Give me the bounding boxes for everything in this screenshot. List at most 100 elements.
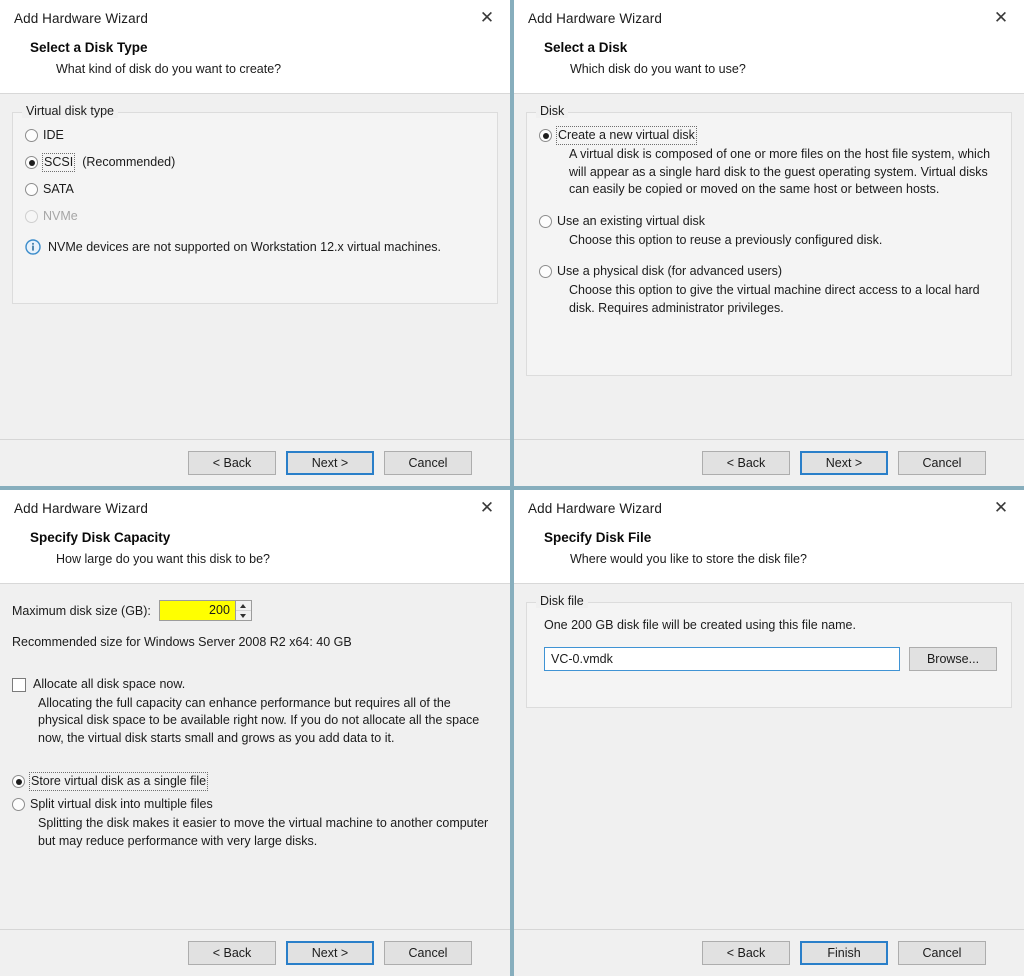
disk-file-input[interactable] <box>544 646 900 671</box>
radio-option-ide[interactable]: IDE <box>25 127 485 144</box>
cancel-button[interactable]: Cancel <box>898 941 986 965</box>
panel-body: Disk file One 200 GB disk file will be c… <box>514 584 1024 929</box>
button-bar: < Back Next > Cancel <box>0 929 510 976</box>
page-title: Specify Disk Capacity <box>30 530 171 545</box>
info-message-text: NVMe devices are not supported on Workst… <box>48 240 442 254</box>
radio-option-nvme: NVMe <box>25 208 485 225</box>
next-button[interactable]: Next > <box>286 941 374 965</box>
panel-body: Virtual disk type IDE SCSI (Recommended)… <box>0 94 510 439</box>
page-header: Select a Disk Which disk do you want to … <box>514 36 1024 94</box>
close-icon[interactable]: ✕ <box>986 495 1016 521</box>
groupbox-disk: Disk Create a new virtual disk A virtual… <box>526 104 1012 376</box>
back-button[interactable]: < Back <box>188 451 276 475</box>
panel-body: Maximum disk size (GB): Recommended size… <box>0 584 510 929</box>
radio-label: Create a new virtual disk <box>556 126 697 145</box>
back-button[interactable]: < Back <box>702 941 790 965</box>
stepper-down-icon[interactable] <box>235 611 251 620</box>
checkbox-icon[interactable] <box>12 677 26 692</box>
max-disk-size-input[interactable] <box>158 600 235 621</box>
page-header: Specify Disk File Where would you like t… <box>514 526 1024 584</box>
nvme-info-message: NVMe devices are not supported on Workst… <box>25 239 485 257</box>
cancel-button[interactable]: Cancel <box>384 941 472 965</box>
wizard-panel-grid: Add Hardware Wizard ✕ Select a Disk Type… <box>0 0 1024 976</box>
radio-label: Use a physical disk (for advanced users) <box>557 264 783 278</box>
close-icon[interactable]: ✕ <box>986 5 1016 31</box>
stepper-up-icon[interactable] <box>235 601 251 611</box>
radio-label: SCSI <box>41 153 76 172</box>
browse-button[interactable]: Browse... <box>909 646 997 671</box>
page-title: Select a Disk Type <box>30 40 148 55</box>
radio-icon[interactable] <box>25 183 38 196</box>
wizard-panel-specify-disk-file: Add Hardware Wizard ✕ Specify Disk File … <box>512 488 1024 976</box>
titlebar: Add Hardware Wizard ✕ <box>514 0 1024 36</box>
close-icon[interactable]: ✕ <box>472 495 502 521</box>
titlebar: Add Hardware Wizard ✕ <box>514 490 1024 526</box>
disk-file-row: Browse... <box>539 646 999 671</box>
wizard-panel-select-disk: Add Hardware Wizard ✕ Select a Disk Whic… <box>512 0 1024 488</box>
option-description: Choose this option to give the virtual m… <box>569 283 980 315</box>
radio-label: NVMe <box>43 209 78 223</box>
button-bar: < Back Finish Cancel <box>514 929 1024 976</box>
cancel-button[interactable]: Cancel <box>898 451 986 475</box>
radio-icon[interactable] <box>12 775 25 788</box>
checkbox-allocate-all-disk-space[interactable]: Allocate all disk space now. <box>12 676 498 693</box>
page-header: Specify Disk Capacity How large do you w… <box>0 526 510 584</box>
titlebar: Add Hardware Wizard ✕ <box>0 0 510 36</box>
radio-suffix-recommended: (Recommended) <box>82 155 176 169</box>
groupbox-legend: Virtual disk type <box>22 104 119 118</box>
back-button[interactable]: < Back <box>702 451 790 475</box>
radio-label: Store virtual disk as a single file <box>28 772 209 791</box>
radio-option-scsi[interactable]: SCSI (Recommended) <box>25 153 485 172</box>
option-description: Choose this option to reuse a previously… <box>569 232 883 247</box>
window-title: Add Hardware Wizard <box>528 500 662 516</box>
cancel-button[interactable]: Cancel <box>384 451 472 475</box>
radio-label: Use an existing virtual disk <box>557 213 705 228</box>
max-disk-size-row: Maximum disk size (GB): <box>12 600 498 621</box>
radio-option-store-single-file[interactable]: Store virtual disk as a single file <box>12 772 498 791</box>
wizard-panel-select-disk-type: Add Hardware Wizard ✕ Select a Disk Type… <box>0 0 512 488</box>
radio-icon[interactable] <box>12 798 25 811</box>
close-icon[interactable]: ✕ <box>472 5 502 31</box>
wizard-panel-specify-disk-capacity: Add Hardware Wizard ✕ Specify Disk Capac… <box>0 488 512 976</box>
button-bar: < Back Next > Cancel <box>0 439 510 486</box>
radio-option-create-new-virtual-disk[interactable]: Create a new virtual disk <box>539 126 999 145</box>
window-title: Add Hardware Wizard <box>14 10 148 26</box>
stepper-buttons[interactable] <box>234 600 252 621</box>
next-button[interactable]: Next > <box>800 451 888 475</box>
page-subtitle: How large do you want this disk to be? <box>56 552 271 566</box>
checkbox-label: Allocate all disk space now. <box>33 676 186 691</box>
info-icon <box>25 239 41 255</box>
radio-option-sata[interactable]: SATA <box>25 181 485 198</box>
radio-icon[interactable] <box>25 156 38 169</box>
window-title: Add Hardware Wizard <box>528 10 662 26</box>
disk-file-note: One 200 GB disk file will be created usi… <box>544 618 856 632</box>
titlebar: Add Hardware Wizard ✕ <box>0 490 510 526</box>
option-description: A virtual disk is composed of one or mor… <box>569 147 991 196</box>
radio-icon[interactable] <box>539 129 552 142</box>
radio-icon[interactable] <box>539 214 552 228</box>
split-description: Splitting the disk makes it easier to mo… <box>38 816 489 848</box>
panel-body: Disk Create a new virtual disk A virtual… <box>514 94 1024 439</box>
button-bar: < Back Next > Cancel <box>514 439 1024 486</box>
finish-button[interactable]: Finish <box>800 941 888 965</box>
page-subtitle: Which disk do you want to use? <box>570 62 746 76</box>
page-title: Specify Disk File <box>544 530 652 545</box>
page-title: Select a Disk <box>544 40 628 55</box>
radio-label: SATA <box>43 182 74 196</box>
page-subtitle: What kind of disk do you want to create? <box>56 62 282 76</box>
recommended-size-text: Recommended size for Windows Server 2008… <box>12 635 352 649</box>
window-title: Add Hardware Wizard <box>14 500 148 516</box>
page-header: Select a Disk Type What kind of disk do … <box>0 36 510 94</box>
next-button[interactable]: Next > <box>286 451 374 475</box>
radio-option-split-multiple-files[interactable]: Split virtual disk into multiple files <box>12 796 498 813</box>
radio-icon <box>25 210 38 223</box>
max-disk-size-stepper[interactable] <box>158 600 252 621</box>
back-button[interactable]: < Back <box>188 941 276 965</box>
radio-icon[interactable] <box>25 129 38 142</box>
radio-option-use-existing-virtual-disk[interactable]: Use an existing virtual disk <box>539 213 999 230</box>
max-disk-size-label: Maximum disk size (GB): <box>12 603 151 618</box>
radio-label: IDE <box>43 128 64 142</box>
radio-icon[interactable] <box>539 265 552 278</box>
radio-label: Split virtual disk into multiple files <box>30 797 213 811</box>
radio-option-use-physical-disk[interactable]: Use a physical disk (for advanced users) <box>539 263 999 280</box>
